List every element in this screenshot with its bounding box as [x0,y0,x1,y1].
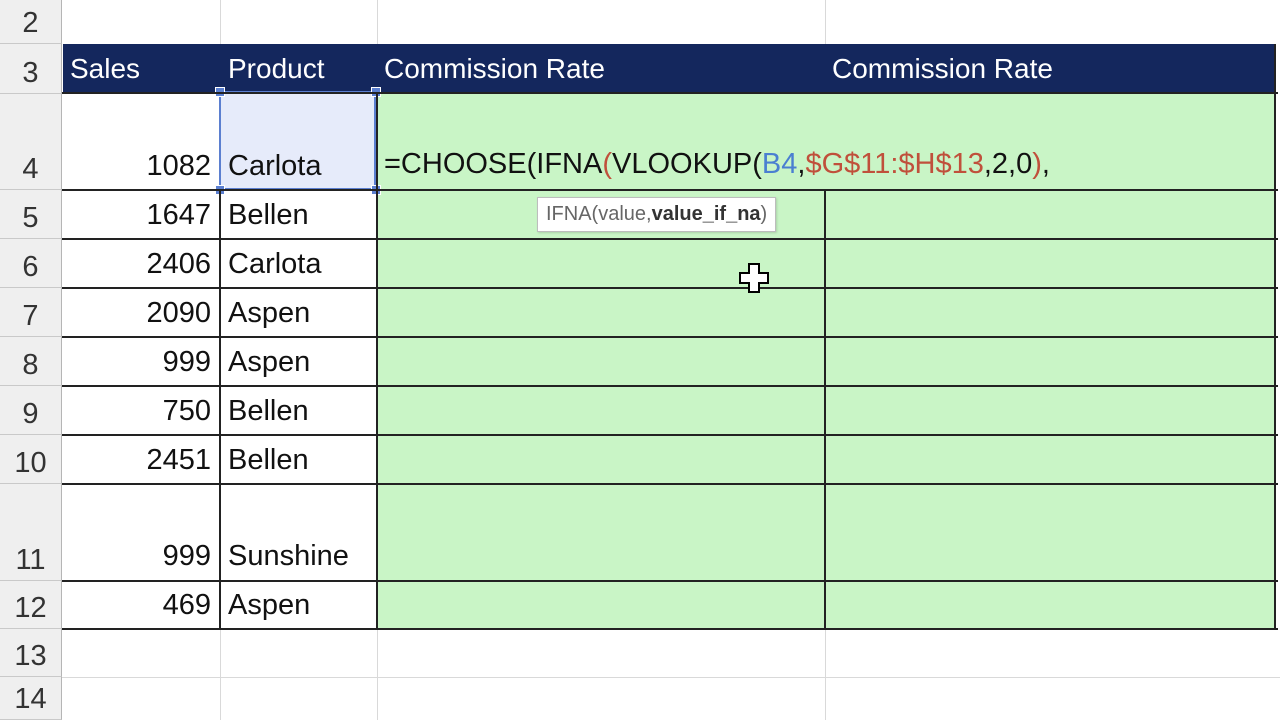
function-tooltip[interactable]: IFNA(value, value_if_na) [537,197,777,232]
tooltip-active-arg: value_if_na [651,203,761,225]
cell-sales-12[interactable]: 469 [63,589,211,622]
cell-product-10[interactable]: Bellen [228,444,309,477]
gridline [62,336,1278,338]
gridline [825,629,826,720]
gridline [62,238,1278,240]
row-header-6[interactable]: 6 [0,239,62,288]
gridline [62,287,1278,289]
formula-paren: ) [1032,148,1042,180]
cell-sales-11[interactable]: 999 [63,540,211,573]
row-header-12[interactable]: 12 [0,581,62,629]
gridline [219,190,221,629]
cell-product-5[interactable]: Bellen [228,199,309,232]
gridline [62,385,1278,387]
gridline [220,0,221,44]
row-header-8[interactable]: 8 [0,337,62,386]
gridline [62,189,1278,191]
cell-product-12[interactable]: Aspen [228,589,310,622]
cell-formula-edit[interactable]: =CHOOSE(IFNA(VLOOKUP(B4, $G$11:$H$13,2,0)… [384,148,1050,181]
tooltip-function: IFNA(value, [546,203,652,225]
gridline [377,0,378,44]
cell-product-8[interactable]: Aspen [228,346,310,379]
header-sales[interactable]: Sales [70,44,140,94]
cell-sales-5[interactable]: 1647 [63,199,211,232]
row-header-7[interactable]: 7 [0,288,62,337]
cell-product-9[interactable]: Bellen [228,395,309,428]
cell-sales-8[interactable]: 999 [63,346,211,379]
formula-paren: ( [602,148,613,180]
row-header-14[interactable]: 14 [0,677,62,720]
tooltip-close: ) [760,203,768,225]
cell-product-6[interactable]: Carlota [228,248,322,281]
gridline [220,629,221,720]
gridline [1274,44,1276,629]
header-commission-rate-1[interactable]: Commission Rate [384,44,605,94]
gridline [62,677,1280,678]
row-header-10[interactable]: 10 [0,435,62,484]
gridline [62,628,1278,630]
row-header-9[interactable]: 9 [0,386,62,435]
formula-text: =CHOOSE(IFNA [384,148,603,180]
header-product[interactable]: Product [228,44,325,94]
gridline [377,629,378,720]
row-header-13[interactable]: 13 [0,629,62,677]
gridline [824,190,826,629]
formula-ref-b4: B4 [761,148,798,180]
cell-product-4[interactable]: Carlota [228,150,322,183]
cell-sales-9[interactable]: 750 [63,395,211,428]
header-commission-rate-2[interactable]: Commission Rate [832,44,1053,94]
cell-sales-7[interactable]: 2090 [63,297,211,330]
cell-sales-10[interactable]: 2451 [63,444,211,477]
gridline [62,580,1278,582]
gridline [825,0,826,44]
gridline [62,92,1278,94]
row-header-4[interactable]: 4 [0,94,62,190]
row-header-11[interactable]: 11 [0,484,62,581]
cell-product-7[interactable]: Aspen [228,297,310,330]
formula-text: VLOOKUP( [612,148,762,180]
cell-sales-4[interactable]: 1082 [63,150,211,183]
spreadsheet[interactable]: 2 3 4 5 6 7 8 9 10 11 12 13 14 Sales Pro… [0,0,1280,720]
formula-text: ,2,0 [983,148,1033,180]
gridline [376,94,378,629]
gridline [62,434,1278,436]
formula-text: , [1041,148,1050,180]
row-header-3[interactable]: 3 [0,44,62,94]
row-header-5[interactable]: 5 [0,190,62,239]
cell-cursor-icon [739,263,769,293]
cell-product-11[interactable]: Sunshine [228,540,349,573]
cell-sales-6[interactable]: 2406 [63,248,211,281]
formula-ref-range: $G$11:$H$13 [805,148,984,180]
gridline [62,483,1278,485]
row-header-2[interactable]: 2 [0,0,62,44]
